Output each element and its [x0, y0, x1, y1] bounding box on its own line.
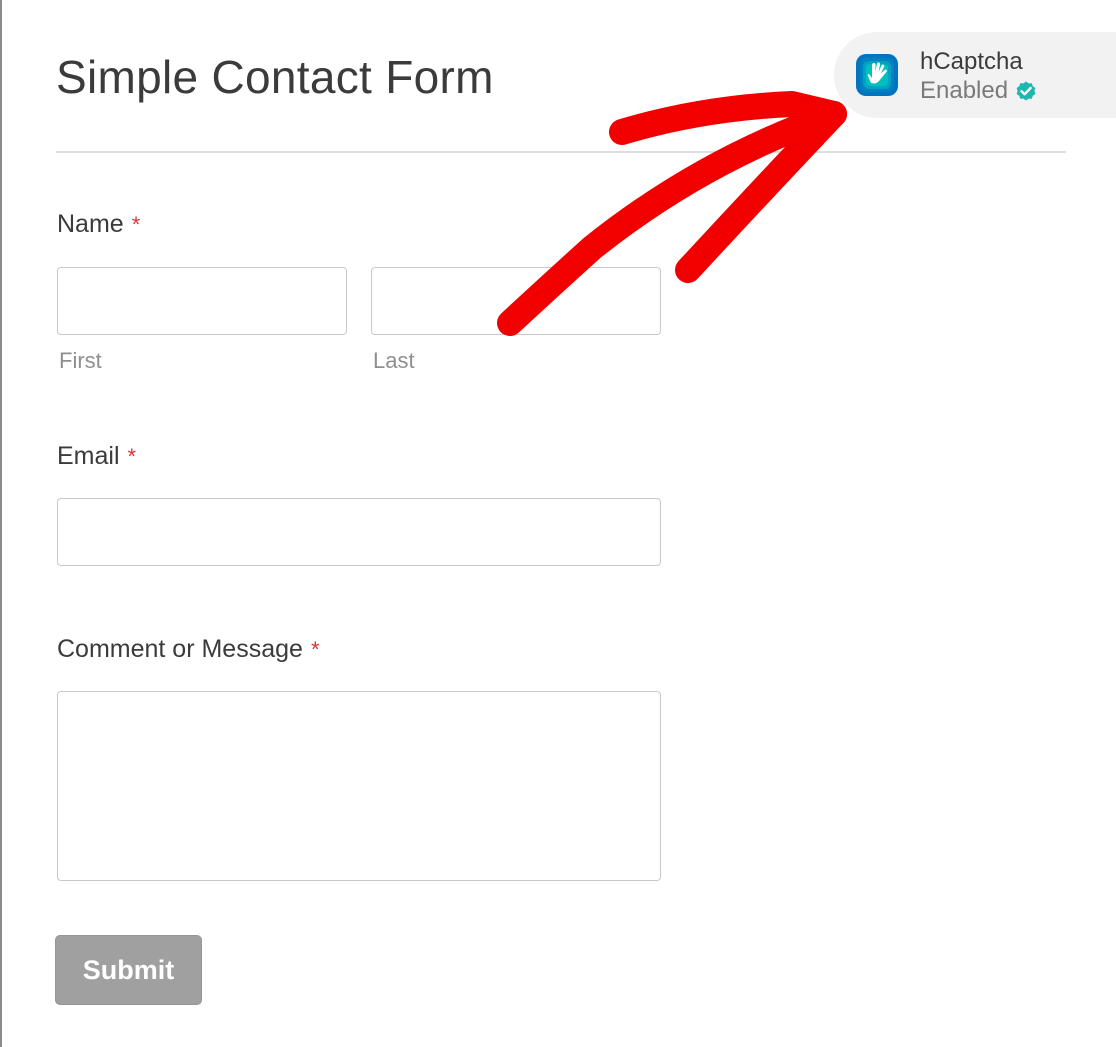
form-page: Simple Contact Form hCaptcha Enabled Nam…	[0, 0, 1116, 1047]
title-divider	[56, 151, 1066, 153]
hcaptcha-hand-logo-icon	[856, 54, 898, 96]
last-name-input[interactable]	[371, 267, 661, 335]
email-input[interactable]	[57, 498, 661, 566]
hcaptcha-title: hCaptcha	[920, 48, 1023, 75]
hcaptcha-status: Enabled	[920, 78, 1038, 104]
first-name-input[interactable]	[57, 267, 347, 335]
name-label: Name *	[57, 209, 140, 240]
annotation-arrow-head-bottom	[675, 101, 847, 283]
name-label-text: Name	[57, 210, 124, 238]
page-title: Simple Contact Form	[56, 51, 494, 103]
email-label-text: Email	[57, 442, 120, 470]
name-required-mark: *	[131, 212, 141, 237]
message-label: Comment or Message *	[57, 634, 320, 665]
hcaptcha-status-text: Enabled	[920, 77, 1009, 104]
email-label: Email *	[57, 441, 136, 472]
hcaptcha-status-badge: hCaptcha Enabled	[834, 32, 1116, 118]
message-textarea[interactable]	[57, 691, 661, 881]
first-name-sublabel: First	[59, 348, 102, 373]
message-required-mark: *	[310, 637, 320, 662]
message-label-text: Comment or Message	[57, 635, 303, 663]
annotation-arrow-head-top	[609, 91, 847, 145]
last-name-sublabel: Last	[373, 348, 415, 373]
email-required-mark: *	[127, 444, 137, 469]
submit-button[interactable]: Submit	[55, 935, 202, 1005]
verified-check-icon	[1016, 81, 1036, 101]
